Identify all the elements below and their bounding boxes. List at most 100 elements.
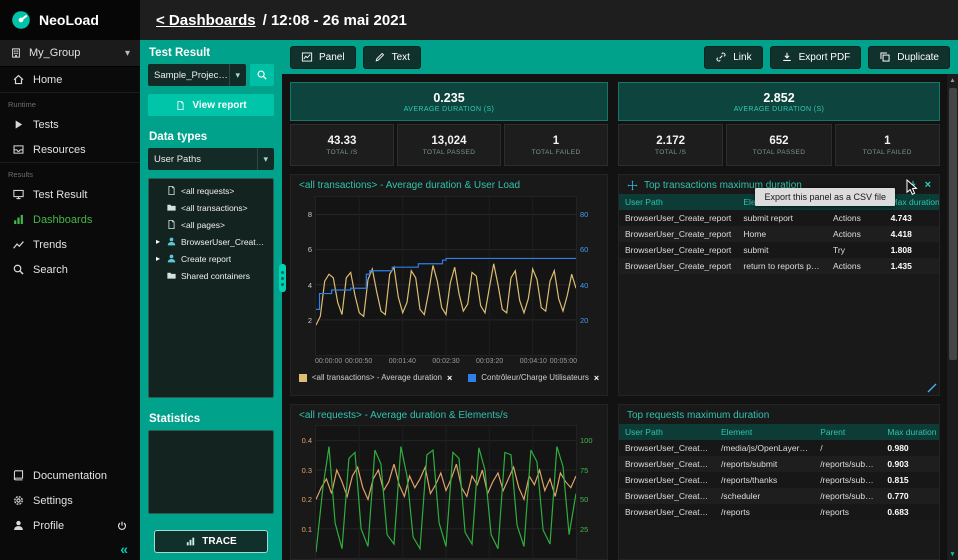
kpi-stat-total-failed: 1TOTAL FAILED — [835, 124, 940, 166]
table-cell: return to reports page — [737, 258, 827, 274]
top-transactions-table: User PathElementParentMax duration (s)Br… — [619, 194, 939, 274]
main-scrollbar[interactable]: ▲ ▼ — [946, 74, 958, 560]
search-icon — [256, 69, 268, 81]
sidebar-item-dashboards[interactable]: Dashboards — [0, 207, 140, 232]
collapse-icon: « — [120, 541, 128, 557]
data-type-select[interactable]: User Paths ▾ — [148, 148, 274, 170]
add-text-button[interactable]: Text — [363, 46, 421, 69]
folder-icon — [166, 270, 177, 281]
x-tick-label: 00:05:00 — [550, 358, 577, 365]
chart-canvas — [316, 197, 576, 355]
trace-button[interactable]: TRACE — [154, 530, 268, 553]
kpi-label: AVERAGE DURATION (S) — [734, 106, 825, 113]
chevron-down-icon: ▾ — [125, 48, 130, 59]
kpi-stat-total-passed: 13,024TOTAL PASSED — [397, 124, 501, 166]
link-button[interactable]: Link — [704, 46, 762, 69]
sidebar-item-test-result[interactable]: Test Result — [0, 182, 140, 207]
statistics-heading: Statistics — [140, 406, 282, 430]
file-icon — [166, 185, 177, 196]
duplicate-button[interactable]: Duplicate — [868, 46, 950, 69]
x-tick-label: 00:03:20 — [476, 358, 503, 365]
table-row: BrowserUser_Create_reportHomeActions4.41… — [619, 226, 939, 242]
legend-label: <all transactions> - Average duration — [312, 373, 442, 382]
play-icon — [12, 118, 25, 131]
drag-handle-icon[interactable] — [627, 180, 638, 191]
page-header: < Dashboards / 12:08 - 26 mai 2021 — [140, 0, 958, 40]
panel-title: Top requests maximum duration — [619, 405, 939, 424]
tree-item-label: Create report — [181, 254, 231, 264]
tree-item[interactable]: ▸ Create report — [149, 250, 273, 267]
splitter-handle[interactable] — [279, 264, 286, 292]
table-cell: 4.743 — [885, 210, 939, 226]
axis-tick-label: 2 — [308, 316, 312, 325]
sidebar-item-documentation[interactable]: Documentation — [0, 463, 140, 488]
table-cell: BrowserUser_Create_report — [619, 488, 715, 504]
remove-series-icon[interactable]: × — [594, 373, 599, 383]
x-tick-label: 00:00:00 — [315, 358, 342, 365]
dashboard-main: Panel Text Link Export PDF — [282, 40, 958, 560]
tree-item-label: <all pages> — [181, 220, 225, 230]
view-report-button[interactable]: View report — [148, 94, 274, 116]
group-selector[interactable]: My_Group ▾ — [0, 40, 140, 67]
export-csv-icon[interactable] — [907, 179, 919, 191]
tree-item[interactable]: <all requests> — [149, 182, 273, 199]
table-cell: /media/js/OpenLayers.js — [715, 440, 814, 456]
scroll-down-icon[interactable]: ▼ — [947, 548, 958, 560]
export-pdf-button[interactable]: Export PDF — [770, 46, 862, 69]
kpi-label: AVERAGE DURATION (S) — [404, 106, 495, 113]
table-cell: 0.683 — [881, 504, 939, 520]
table-cell: 0.770 — [881, 488, 939, 504]
trend-icon — [12, 238, 25, 251]
search-test-button[interactable] — [250, 64, 274, 86]
table-cell: 0.903 — [881, 456, 939, 472]
project-select-value: Sample_Project - 1 — [154, 70, 229, 81]
sidebar-item-settings[interactable]: Settings — [0, 488, 140, 513]
axis-tick-label: 100 — [580, 436, 593, 445]
collapse-sidebar-button[interactable]: « — [0, 538, 140, 560]
axis-tick-label: 40 — [580, 281, 588, 290]
project-select[interactable]: Sample_Project - 1 ▾ — [148, 64, 246, 86]
table-row: BrowserUser_Create_reportsubmit reportAc… — [619, 210, 939, 226]
tree-item[interactable]: <all pages> — [149, 216, 273, 233]
table-cell: 0.980 — [881, 440, 939, 456]
report-icon — [175, 100, 186, 111]
export-csv-tooltip: Export this panel as a CSV file — [755, 188, 895, 206]
sidebar-item-trends[interactable]: Trends — [0, 232, 140, 257]
table-cell: submit report — [737, 210, 827, 226]
remove-series-icon[interactable]: × — [447, 373, 452, 383]
data-types-heading: Data types — [140, 124, 282, 148]
caret-right-icon[interactable]: ▸ — [154, 237, 162, 246]
table-cell: BrowserUser_Create_report — [619, 456, 715, 472]
scrollbar-thumb[interactable] — [949, 88, 957, 360]
scroll-up-icon[interactable]: ▲ — [947, 74, 958, 86]
resize-handle[interactable] — [927, 383, 937, 393]
kpi-average-duration: 0.235 AVERAGE DURATION (S) — [290, 82, 608, 121]
caret-right-icon[interactable]: ▸ — [154, 254, 162, 263]
sidebar-item-label: Home — [33, 74, 62, 86]
sidebar-item-resources[interactable]: Resources — [0, 137, 140, 162]
sidebar-item-home[interactable]: Home — [0, 67, 140, 92]
legend-label: Contrôleur/Charge Utilisateurs — [481, 373, 589, 382]
axis-tick-label: 0.1 — [302, 525, 312, 534]
data-type-select-value: User Paths — [154, 154, 201, 165]
close-panel-icon[interactable]: × — [925, 180, 931, 191]
file-icon — [166, 219, 177, 230]
breadcrumb-back-link[interactable]: < Dashboards — [156, 12, 256, 29]
series-swatch — [468, 374, 476, 382]
tree-item[interactable]: Shared containers — [149, 267, 273, 284]
column-header: Max duration (s) — [881, 424, 939, 440]
power-icon[interactable] — [116, 520, 128, 532]
tree-item-label: BrowserUser_Create_report — [181, 237, 268, 247]
sidebar-item-profile[interactable]: Profile — [0, 513, 140, 538]
group-label: My_Group — [29, 47, 80, 59]
sidebar-item-tests[interactable]: Tests — [0, 112, 140, 137]
tree-item[interactable]: ▸ BrowserUser_Create_report — [149, 233, 273, 250]
tree-item[interactable]: <all transactions> — [149, 199, 273, 216]
table-cell: 4.418 — [885, 226, 939, 242]
tree-item-label: <all transactions> — [181, 203, 248, 213]
table-cell: /reports/submit — [814, 488, 881, 504]
add-panel-button[interactable]: Panel — [290, 46, 356, 69]
sidebar-item-search[interactable]: Search — [0, 257, 140, 282]
axis-tick-label: 0.2 — [302, 495, 312, 504]
kpi-stat-total-s: 2.172TOTAL /S — [618, 124, 723, 166]
